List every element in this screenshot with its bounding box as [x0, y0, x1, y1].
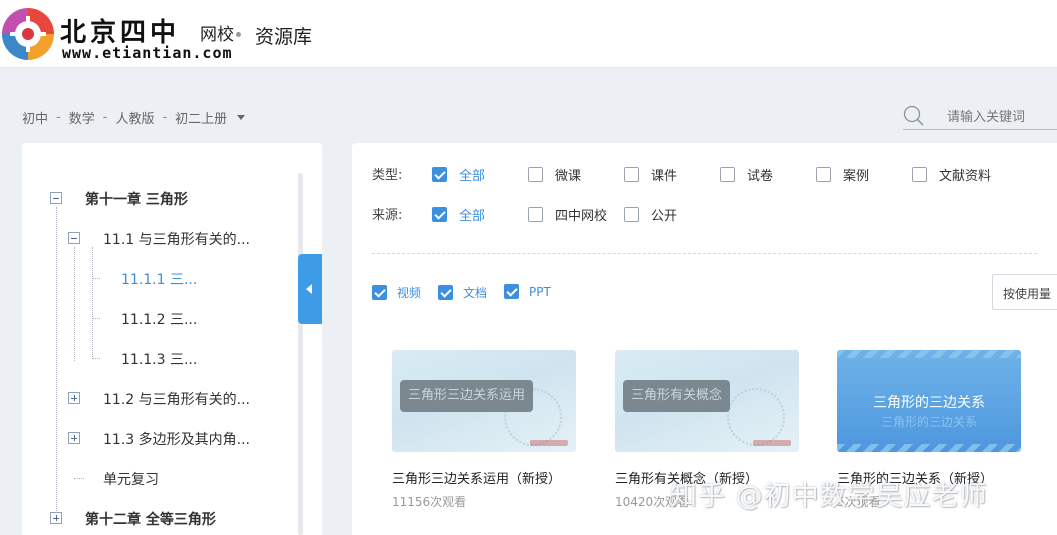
- tree-lesson-11-1-1[interactable]: 11.1.1 三...: [121, 269, 197, 289]
- source-option-public[interactable]: 公开: [624, 205, 677, 224]
- search-icon[interactable]: [903, 105, 925, 127]
- tree-unit-review[interactable]: 单元复习: [103, 469, 159, 489]
- format-option-document[interactable]: 文档: [438, 284, 487, 301]
- collapse-chapter11-icon[interactable]: [50, 192, 62, 204]
- brand-url: www.etiantian.com: [62, 44, 233, 62]
- resource-view-count: 11156次观看: [392, 495, 467, 509]
- thumbnail-title: 三角形的三边关系: [873, 395, 985, 411]
- watermark: 知乎 @初中数学吴应老师: [670, 481, 988, 512]
- filter-divider: [372, 253, 1037, 254]
- checkbox-icon[interactable]: [912, 167, 927, 182]
- checkbox-checked-icon[interactable]: [504, 284, 519, 299]
- search-input[interactable]: [947, 107, 1057, 127]
- checkbox-checked-icon[interactable]: [438, 285, 453, 300]
- tree-section-11-3[interactable]: 11.3 多边形及其内角...: [103, 429, 250, 449]
- tree-chapter-11[interactable]: 第十一章 三角形: [85, 189, 188, 209]
- checkbox-icon[interactable]: [816, 167, 831, 182]
- logo-mark-icon: [530, 440, 568, 446]
- type-option-case[interactable]: 案例: [816, 165, 869, 184]
- page-title: 资源库: [255, 26, 313, 48]
- breadcrumb-level[interactable]: 初中: [22, 108, 48, 127]
- checkbox-checked-icon[interactable]: [432, 167, 447, 182]
- breadcrumb-subject[interactable]: 数学: [69, 108, 95, 127]
- type-option-literature[interactable]: 文献资料: [912, 165, 991, 184]
- resource-thumbnail[interactable]: 三角形三边关系运用: [392, 350, 576, 452]
- thumbnail-title: 三角形有关概念: [623, 380, 731, 412]
- checkbox-icon[interactable]: [624, 167, 639, 182]
- tree-lesson-11-1-2[interactable]: 11.1.2 三...: [121, 309, 197, 329]
- search-box: [903, 104, 1057, 130]
- thumbnail-subtitle: 三角形的三边关系: [880, 415, 977, 429]
- expand-chapter12-icon[interactable]: [50, 512, 62, 524]
- zigzag-decoration-icon: [837, 350, 1021, 358]
- breadcrumb: 初中 - 数学 - 人教版 - 初二上册: [22, 108, 246, 127]
- chapter-tree: 第十一章 三角形 11.1 与三角形有关的... 11.1.1 三... 11.…: [22, 143, 322, 535]
- thumbnail-title: 三角形三边关系运用: [400, 380, 534, 412]
- brand-dot-icon: [236, 32, 241, 37]
- format-option-ppt[interactable]: PPT: [504, 284, 551, 299]
- source-option-all[interactable]: 全部: [432, 205, 485, 224]
- format-option-video[interactable]: 视频: [372, 284, 421, 301]
- logo-mark-icon: [753, 440, 791, 446]
- expand-section-11-3-icon[interactable]: [68, 432, 80, 444]
- checkbox-checked-icon[interactable]: [372, 285, 387, 300]
- resource-title[interactable]: 三角形三边关系运用（新授）: [392, 468, 576, 487]
- checkbox-icon[interactable]: [528, 167, 543, 182]
- checkbox-icon[interactable]: [720, 167, 735, 182]
- source-filter-label: 来源:: [372, 208, 403, 223]
- breadcrumb-edition[interactable]: 人教版: [115, 108, 154, 127]
- resource-thumbnail[interactable]: 三角形有关概念: [615, 350, 799, 452]
- type-option-courseware[interactable]: 课件: [624, 165, 677, 184]
- collapse-section-11-1-icon[interactable]: [68, 232, 80, 244]
- tree-chapter-12[interactable]: 第十二章 全等三角形: [85, 509, 216, 529]
- expand-section-11-2-icon[interactable]: [68, 392, 80, 404]
- breadcrumb-separator: -: [162, 110, 168, 125]
- source-option-sizhong[interactable]: 四中网校: [528, 205, 607, 224]
- checkbox-icon[interactable]: [528, 207, 543, 222]
- tree-section-11-1[interactable]: 11.1 与三角形有关的...: [103, 229, 250, 249]
- resource-card[interactable]: 三角形三边关系运用 三角形三边关系运用（新授） 11156次观看: [392, 350, 576, 510]
- snowflake-decoration-icon: [727, 388, 785, 446]
- top-header: 北京四中 网校 www.etiantian.com 资源库: [0, 0, 1057, 68]
- brand-suffix: 网校: [200, 25, 234, 45]
- checkbox-checked-icon[interactable]: [432, 207, 447, 222]
- sort-by-usage-button[interactable]: 按使用量: [992, 274, 1057, 310]
- breadcrumb-grade[interactable]: 初二上册: [175, 108, 227, 127]
- tree-scrollbar[interactable]: [298, 173, 303, 535]
- tree-section-11-2[interactable]: 11.2 与三角形有关的...: [103, 389, 250, 409]
- tree-lesson-11-1-3[interactable]: 11.1.3 三...: [121, 349, 197, 369]
- resource-thumbnail[interactable]: 三角形的三边关系 三角形的三边关系: [837, 350, 1021, 452]
- type-filter-label: 类型:: [372, 168, 403, 183]
- type-option-all[interactable]: 全部: [432, 165, 485, 184]
- breadcrumb-separator: -: [102, 110, 108, 125]
- collapse-sidebar-button[interactable]: [298, 254, 322, 324]
- type-option-microlesson[interactable]: 微课: [528, 165, 581, 184]
- zigzag-decoration-icon: [837, 444, 1021, 452]
- school-logo-icon[interactable]: [2, 8, 54, 60]
- checkbox-icon[interactable]: [624, 207, 639, 222]
- caret-down-icon[interactable]: [237, 115, 246, 120]
- breadcrumb-separator: -: [56, 110, 61, 125]
- type-option-exam[interactable]: 试卷: [720, 165, 773, 184]
